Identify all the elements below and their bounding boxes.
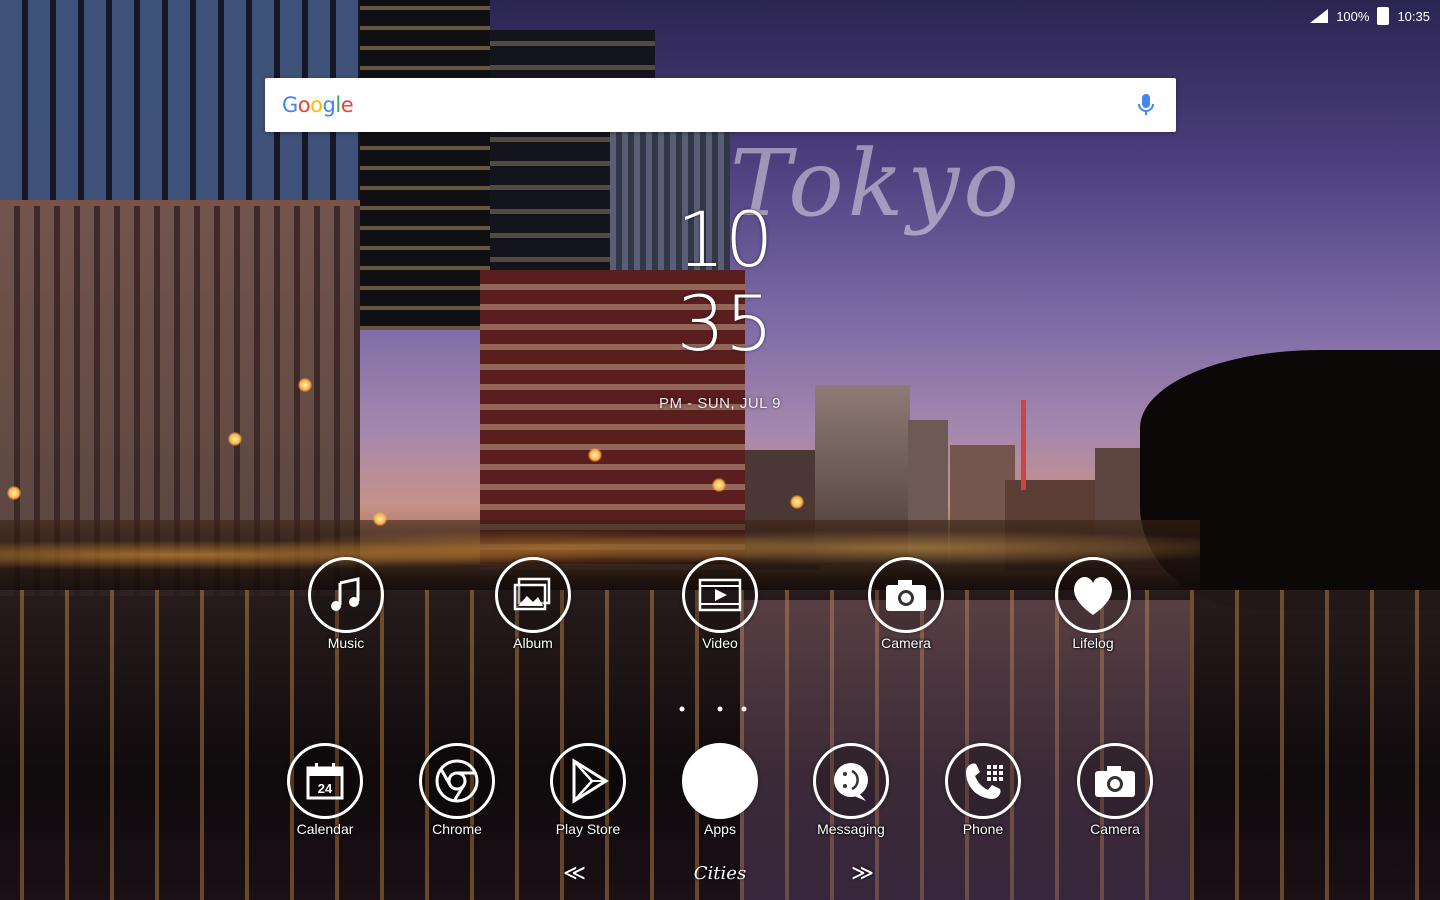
app-play-store[interactable]: Play Store bbox=[533, 743, 643, 837]
app-apps-drawer[interactable]: Apps bbox=[665, 743, 775, 837]
app-lifelog[interactable]: Lifelog bbox=[1038, 557, 1148, 651]
street-lamp bbox=[228, 432, 242, 446]
app-label: Music bbox=[327, 635, 365, 651]
google-logo-letter: g bbox=[322, 93, 336, 117]
google-logo: Google bbox=[282, 93, 354, 117]
status-bar: 100% 10:35 bbox=[1310, 6, 1430, 26]
previous-page-button[interactable]: ≪ bbox=[563, 860, 586, 886]
clock-date: PM - SUN, JUL 9 bbox=[659, 395, 781, 412]
street-lamp bbox=[7, 486, 21, 500]
music-note-icon bbox=[308, 557, 384, 633]
app-messaging[interactable]: Messaging bbox=[796, 743, 906, 837]
app-label: Apps bbox=[704, 821, 736, 837]
app-calendar[interactable]: 24 Calendar bbox=[270, 743, 380, 837]
clock-hours: 10 bbox=[676, 195, 774, 284]
app-camera-2[interactable]: Camera bbox=[1060, 743, 1170, 837]
app-label: Lifelog bbox=[1072, 635, 1114, 651]
app-label: Calendar bbox=[296, 821, 354, 837]
street-lamp bbox=[298, 378, 312, 392]
app-label: Play Store bbox=[555, 821, 621, 837]
street-lamp bbox=[790, 495, 804, 509]
status-time: 10:35 bbox=[1397, 8, 1430, 24]
heart-icon bbox=[1055, 557, 1131, 633]
street-lamp bbox=[373, 512, 387, 526]
microphone-icon[interactable] bbox=[1138, 93, 1154, 117]
app-chrome[interactable]: Chrome bbox=[402, 743, 512, 837]
street-lamp bbox=[588, 448, 602, 462]
radio-tower bbox=[1021, 400, 1026, 490]
page-navigation: ≪ Cities ≫ bbox=[0, 860, 1440, 886]
photo-album-icon bbox=[495, 557, 571, 633]
video-play-icon bbox=[682, 557, 758, 633]
app-phone[interactable]: Phone bbox=[928, 743, 1038, 837]
clock-minutes: 35 bbox=[676, 279, 774, 368]
app-label: Camera bbox=[881, 635, 931, 651]
next-page-button[interactable]: ≫ bbox=[851, 860, 874, 886]
play-store-icon bbox=[550, 743, 626, 819]
page-indicator bbox=[0, 700, 1440, 718]
calendar-day: 24 bbox=[318, 781, 333, 796]
camera-icon bbox=[1077, 743, 1153, 819]
app-label: Video bbox=[702, 635, 738, 651]
app-label: Album bbox=[513, 635, 553, 651]
app-camera[interactable]: Camera bbox=[851, 557, 961, 651]
clock-widget[interactable]: 10 35 bbox=[670, 198, 780, 366]
google-logo-letter: G bbox=[282, 93, 298, 117]
calendar-icon: 24 bbox=[287, 743, 363, 819]
battery-icon bbox=[1377, 7, 1390, 25]
chrome-icon bbox=[419, 743, 495, 819]
phone-icon bbox=[945, 743, 1021, 819]
apps-drawer-icon bbox=[682, 743, 758, 819]
google-logo-letter: o bbox=[310, 93, 323, 117]
app-label: Camera bbox=[1090, 821, 1140, 837]
app-label: Chrome bbox=[432, 821, 482, 837]
street-lights bbox=[0, 520, 1200, 590]
app-label: Phone bbox=[962, 821, 1004, 837]
google-search-bar[interactable]: Google bbox=[265, 78, 1176, 132]
app-label: Messaging bbox=[817, 821, 885, 837]
street-lamp bbox=[712, 478, 726, 492]
camera-icon bbox=[868, 557, 944, 633]
google-logo-letter: e bbox=[340, 93, 354, 117]
app-album[interactable]: Album bbox=[478, 557, 588, 651]
page-name: Cities bbox=[693, 863, 747, 884]
app-music[interactable]: Music bbox=[291, 557, 401, 651]
signal-icon bbox=[1310, 9, 1329, 23]
app-video[interactable]: Video bbox=[665, 557, 775, 651]
messaging-icon bbox=[813, 743, 889, 819]
battery-percent: 100% bbox=[1336, 8, 1370, 24]
google-logo-letter: o bbox=[297, 93, 311, 117]
